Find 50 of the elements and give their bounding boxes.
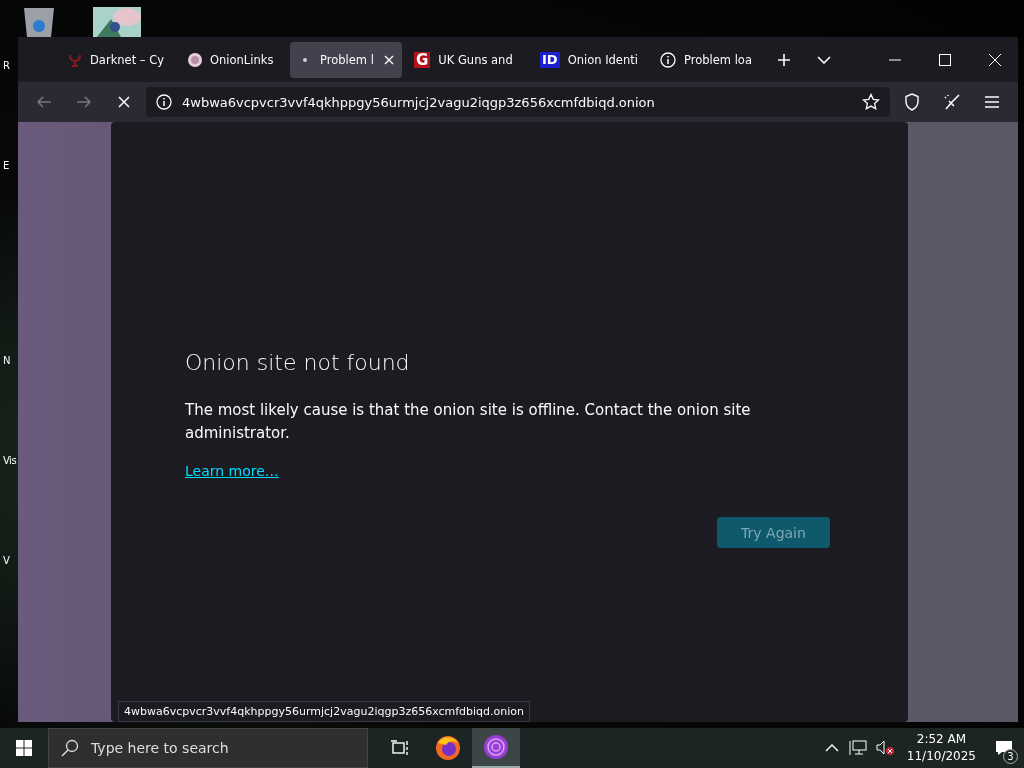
shield-icon <box>904 93 920 111</box>
maximize-icon <box>939 53 951 66</box>
menu-icon <box>984 96 1000 108</box>
desktop-icon-label: R <box>3 60 10 71</box>
minimize-icon <box>889 58 901 61</box>
chevron-down-icon <box>817 55 831 64</box>
tab-badge: ID <box>540 51 560 68</box>
avatar-icon <box>188 52 202 67</box>
muted-speaker-icon[interactable] <box>874 740 895 756</box>
browser-tab[interactable]: G UK Guns and <box>406 41 528 78</box>
network-icon[interactable] <box>848 740 867 756</box>
tray-chevron-icon[interactable] <box>824 743 839 753</box>
browser-tab[interactable]: Darknet – Cy <box>60 41 176 78</box>
search-icon <box>61 739 79 757</box>
tab-badge: G <box>414 51 431 68</box>
error-title: Onion site not found <box>185 350 411 375</box>
address-bar[interactable]: 4wbwa6vcpvcr3vvf4qkhppgy56urmjcj2vagu2iqgp3z656xcmfdbiqd.onion <box>146 87 890 117</box>
notification-button[interactable]: 3 <box>984 728 1024 768</box>
task-view-icon <box>391 739 409 757</box>
notification-count: 3 <box>1003 749 1018 764</box>
desktop-icon-label: E <box>3 160 9 171</box>
status-link-tooltip: 4wbwa6vcpvcr3vvf4qkhppgy56urmjcj2vagu2iqgp3z656xcmfdbiqd.onion <box>118 701 531 722</box>
emblem-icon <box>68 52 82 67</box>
error-message: The most likely cause is that the onion site is offline. Contact the onion site administrator. <box>185 400 752 444</box>
info-icon <box>660 51 676 68</box>
back-arrow-icon <box>36 96 52 108</box>
info-icon <box>156 94 172 110</box>
tor-browser-app-button[interactable] <box>472 728 520 768</box>
firefox-icon <box>435 735 461 761</box>
desktop-icon-label: V <box>3 555 10 566</box>
tor-browser-icon <box>483 734 509 760</box>
plus-icon <box>777 52 791 67</box>
clock-time: 2:52 AM <box>916 731 967 748</box>
clock-date: 11/10/2025 <box>906 748 976 765</box>
forward-arrow-icon <box>76 96 92 108</box>
desktop-icon-label: Vis <box>3 455 17 466</box>
windows-logo-icon <box>16 740 32 756</box>
star-icon[interactable] <box>862 93 880 111</box>
browser-tab[interactable]: OnionLinks <box>180 41 286 78</box>
url-text: 4wbwa6vcpvcr3vvf4qkhppgy56urmjcj2vagu2iqgp3z656xcmfdbiqd.onion <box>182 94 656 110</box>
browser-tab[interactable]: Problem loa <box>652 41 762 78</box>
browser-tab[interactable]: ID Onion Identi <box>532 41 648 78</box>
close-icon <box>989 53 1001 66</box>
browser-tab[interactable]: Problem l <box>290 41 402 78</box>
broom-icon <box>943 93 961 111</box>
learn-more-link[interactable]: Learn more… <box>185 463 279 479</box>
desktop-icon-label: N <box>3 355 10 366</box>
stop-icon <box>118 96 130 108</box>
taskbar-search-field[interactable]: Type here to search <box>48 728 368 768</box>
close-tab-icon[interactable] <box>384 54 394 65</box>
